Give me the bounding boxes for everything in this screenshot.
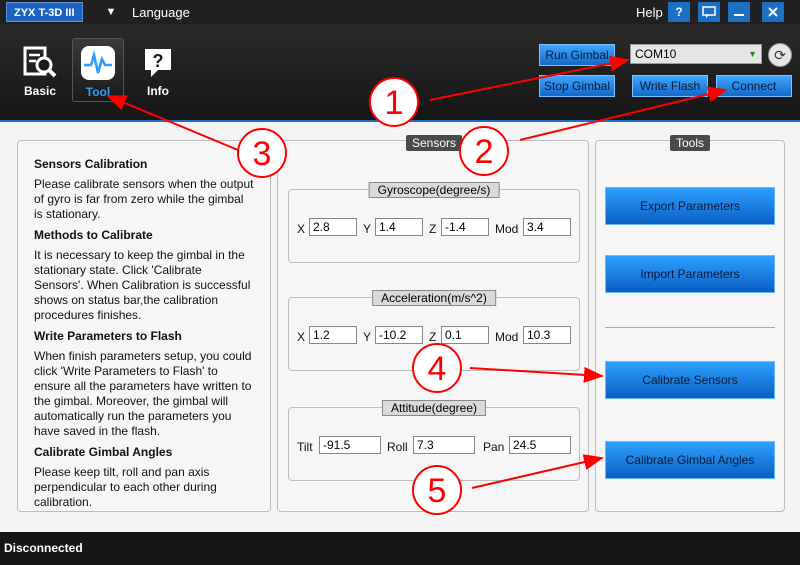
help-heading: Write Parameters to Flash	[34, 329, 182, 343]
tab-info-label: Info	[147, 84, 169, 98]
tab-basic[interactable]: Basic	[14, 38, 66, 102]
gyro-z-label: Z	[429, 222, 437, 236]
calibrate-gimbal-angles-button[interactable]: Calibrate Gimbal Angles	[605, 441, 775, 479]
gyro-mod-label: Mod	[495, 222, 519, 236]
accel-z-field[interactable]	[441, 326, 489, 344]
tools-divider	[605, 327, 775, 328]
chevron-down-icon: ▼	[748, 49, 757, 59]
app-title: ZYX T-3D III	[6, 2, 83, 22]
help-label[interactable]: Help	[636, 5, 663, 20]
help-heading: Calibrate Gimbal Angles	[34, 445, 173, 459]
write-flash-button[interactable]: Write Flash	[632, 75, 708, 97]
acceleration-title: Acceleration(m/s^2)	[372, 290, 496, 306]
help-text: Please calibrate sensors when the output…	[34, 177, 254, 221]
sensors-panel-title: Sensors	[406, 135, 463, 151]
main-content: Sensors Calibration Please calibrate sen…	[0, 120, 800, 532]
com-port-select[interactable]: COM10 ▼	[630, 44, 762, 64]
status-bar: Disconnected	[0, 532, 800, 565]
tools-panel: Tools Export Parameters Import Parameter…	[595, 135, 785, 512]
accel-mod-field[interactable]	[523, 326, 571, 344]
attitude-title: Attitude(degree)	[381, 400, 487, 416]
tilt-field[interactable]	[319, 436, 381, 454]
accel-x-field[interactable]	[309, 326, 357, 344]
help-panel: Sensors Calibration Please calibrate sen…	[17, 140, 271, 512]
gyro-mod-field[interactable]	[523, 218, 571, 236]
tab-basic-label: Basic	[23, 84, 57, 98]
roll-label: Roll	[387, 440, 408, 454]
connect-button[interactable]: Connect	[716, 75, 792, 97]
accel-x-label: X	[297, 330, 306, 344]
svg-text:?: ?	[153, 51, 164, 71]
tab-info[interactable]: ? Info	[132, 38, 184, 102]
acceleration-group: Acceleration(m/s^2) X Y Z Mod	[288, 290, 580, 371]
gyroscope-title: Gyroscope(degree/s)	[368, 182, 500, 198]
attitude-group: Attitude(degree) Tilt Roll Pan	[288, 400, 580, 481]
pan-field[interactable]	[509, 436, 571, 454]
help-heading: Methods to Calibrate	[34, 228, 153, 242]
accel-y-label: Y	[363, 330, 372, 344]
import-parameters-button[interactable]: Import Parameters	[605, 255, 775, 293]
tilt-label: Tilt	[297, 440, 313, 454]
accel-y-field[interactable]	[375, 326, 423, 344]
help-heading: Sensors Calibration	[34, 157, 148, 171]
gyro-y-field[interactable]	[375, 218, 423, 236]
roll-field[interactable]	[413, 436, 475, 454]
gyro-x-field[interactable]	[309, 218, 357, 236]
gyro-x-label: X	[297, 222, 306, 236]
minimize-icon[interactable]	[728, 2, 750, 22]
help-text: It is necessary to keep the gimbal in th…	[34, 248, 251, 322]
accel-mod-label: Mod	[495, 330, 519, 344]
gyro-z-field[interactable]	[441, 218, 489, 236]
calibrate-sensors-button[interactable]: Calibrate Sensors	[605, 361, 775, 399]
run-gimbal-button[interactable]: Run Gimbal	[539, 44, 615, 66]
tab-tool-label: Tool	[85, 85, 111, 99]
question-bubble-icon: ?	[145, 49, 171, 77]
chat-icon[interactable]	[698, 2, 720, 22]
help-text: When finish parameters setup, you could …	[34, 349, 252, 438]
title-bar: ZYX T-3D III ▼ Language Help ?	[0, 0, 800, 24]
close-icon[interactable]	[762, 2, 784, 22]
gyro-y-label: Y	[363, 222, 372, 236]
pan-label: Pan	[483, 440, 505, 454]
help-text: Please keep tilt, roll and pan axis perp…	[34, 465, 217, 509]
tools-panel-title: Tools	[670, 135, 711, 151]
com-port-value: COM10	[635, 47, 677, 61]
language-menu-icon[interactable]: ▼	[100, 1, 122, 23]
connection-status: Disconnected	[4, 541, 83, 555]
stop-gimbal-button[interactable]: Stop Gimbal	[539, 75, 615, 97]
tab-tool[interactable]: Tool	[72, 38, 124, 102]
magnifier-document-icon	[23, 46, 57, 78]
waveform-icon	[81, 46, 115, 80]
gyroscope-group: Gyroscope(degree/s) X Y Z Mod	[288, 182, 580, 263]
accel-z-label: Z	[429, 330, 437, 344]
help-icon[interactable]: ?	[668, 2, 690, 22]
export-parameters-button[interactable]: Export Parameters	[605, 187, 775, 225]
language-menu-label[interactable]: Language	[132, 5, 190, 20]
refresh-icon[interactable]: ⟳	[768, 43, 792, 67]
sensors-panel: Sensors Gyroscope(degree/s) X Y Z Mod Ac…	[277, 135, 589, 512]
